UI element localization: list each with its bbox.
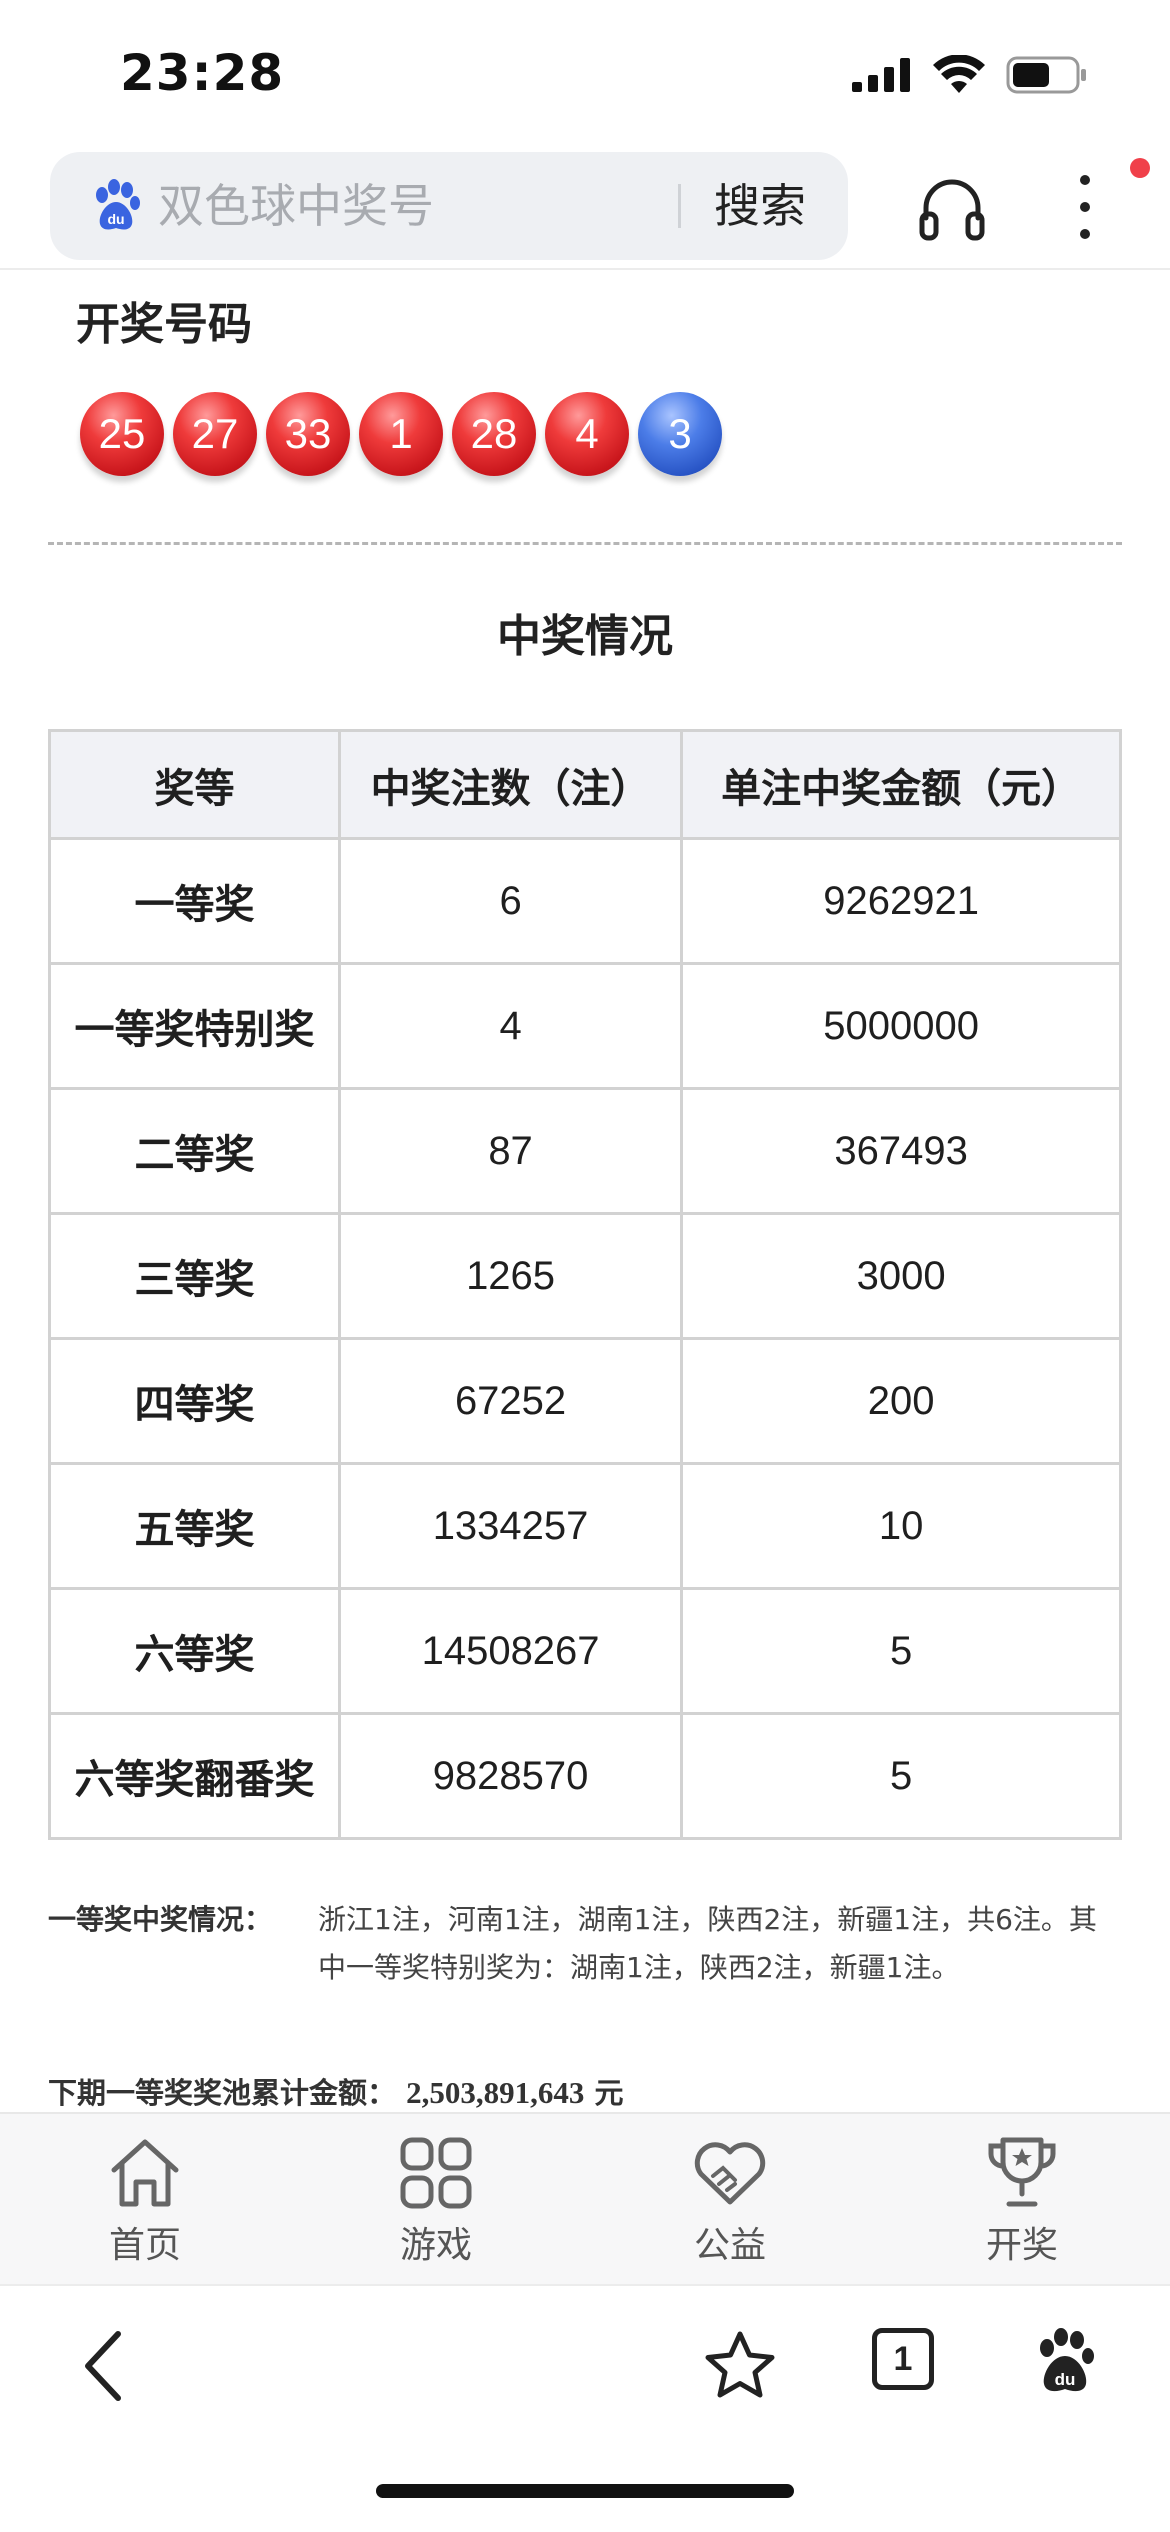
prize-level: 六等奖 (48, 1587, 341, 1715)
prize-amount: 5 (680, 1587, 1122, 1715)
home-icon (111, 2139, 179, 2207)
winner-count: 87 (337, 1087, 684, 1215)
notification-dot (1130, 158, 1150, 178)
prize-level: 三等奖 (48, 1212, 341, 1340)
table-row: 三等奖 1265 3000 (48, 1212, 1122, 1340)
search-box[interactable]: du 双色球中奖号 搜索 (50, 152, 848, 260)
winner-count: 9828570 (337, 1712, 684, 1840)
prize-section-title: 中奖情况 (497, 611, 673, 662)
red-ball: 33 (266, 392, 350, 476)
jackpot-pool-unit: 元 (594, 2076, 624, 2110)
winner-count: 67252 (337, 1337, 684, 1465)
winner-count: 1334257 (337, 1462, 684, 1590)
table-row: 五等奖 1334257 10 (48, 1462, 1122, 1590)
blue-ball: 3 (638, 392, 722, 476)
header-level: 奖等 (48, 729, 341, 840)
nav-item-lottery[interactable]: 开奖 (942, 2132, 1102, 2268)
more-vertical-icon[interactable] (1070, 170, 1100, 244)
table-row: 二等奖 87 367493 (48, 1087, 1122, 1215)
svg-text:du: du (1055, 2370, 1076, 2389)
header-divider (0, 268, 1170, 270)
red-ball: 1 (359, 392, 443, 476)
nav-item-games[interactable]: 游戏 (356, 2132, 516, 2268)
draw-title: 开奖号码 (76, 299, 252, 350)
prize-level: 六等奖翻番奖 (48, 1712, 341, 1840)
prize-amount: 3000 (680, 1212, 1122, 1340)
headphone-icon[interactable] (916, 172, 988, 244)
status-time: 23:28 (120, 44, 285, 102)
header-count: 中奖注数（注） (337, 729, 684, 840)
winner-count: 1265 (337, 1212, 684, 1340)
red-ball: 4 (545, 392, 629, 476)
table-row: 六等奖 14508267 5 (48, 1587, 1122, 1715)
status-bar: 23:28 (0, 0, 1170, 150)
header-amount: 单注中奖金额（元） (680, 729, 1122, 840)
jackpot-pool: 下期一等奖奖池累计金额： 2,503,891,643 元 (48, 2070, 624, 2112)
jackpot-pool-value: 2,503,891,643 (406, 2075, 585, 2110)
search-button[interactable]: 搜索 (714, 176, 806, 236)
nav-item-charity[interactable]: 公益 (650, 2132, 810, 2268)
battery-icon (1006, 56, 1086, 94)
red-ball: 28 (452, 392, 536, 476)
section-divider (48, 542, 1122, 545)
trophy-icon (988, 2137, 1056, 2207)
cellular-signal-icon (852, 58, 910, 92)
prize-level: 一等奖特别奖 (48, 962, 341, 1090)
winner-count: 14508267 (337, 1587, 684, 1715)
baidu-paw-icon: du (96, 179, 140, 230)
red-ball: 25 (80, 392, 164, 476)
prize-level: 二等奖 (48, 1087, 341, 1215)
bottom-nav: 首页 游戏 公益 开奖 (0, 2112, 1170, 2284)
winning-balls: 25 27 33 1 28 4 3 (80, 392, 722, 482)
nav-label: 首页 (108, 2225, 181, 2266)
winner-count: 6 (337, 837, 684, 965)
prize-table: 奖等 中奖注数（注） 单注中奖金额（元） 一等奖 6 9262921 一等奖特别… (48, 729, 1122, 1840)
svg-text:du: du (107, 211, 124, 227)
baidu-du-icon[interactable]: du (1030, 2326, 1100, 2396)
jackpot-pool-label: 下期一等奖奖池累计金额： (48, 2076, 397, 2110)
nav-label: 游戏 (399, 2225, 472, 2266)
table-header-row: 奖等 中奖注数（注） 单注中奖金额（元） (48, 729, 1122, 840)
table-row: 一等奖 6 9262921 (48, 837, 1122, 965)
table-row: 六等奖翻番奖 9828570 5 (48, 1712, 1122, 1840)
wifi-icon (933, 55, 985, 93)
prize-level: 四等奖 (48, 1337, 341, 1465)
tabs-icon[interactable]: 1 (872, 2328, 934, 2390)
table-row: 一等奖特别奖 4 5000000 (48, 962, 1122, 1090)
prize-amount: 5 (680, 1712, 1122, 1840)
prize-amount: 10 (680, 1462, 1122, 1590)
winner-count: 4 (337, 962, 684, 1090)
prize-amount: 5000000 (680, 962, 1122, 1090)
prize-amount: 200 (680, 1337, 1122, 1465)
first-prize-label: 一等奖中奖情况： (48, 1903, 273, 1936)
heart-hands-icon (694, 2142, 766, 2205)
nav-label: 公益 (693, 2225, 766, 2266)
prize-amount: 367493 (680, 1087, 1122, 1215)
search-input[interactable]: 双色球中奖号 (158, 176, 434, 236)
star-icon[interactable] (702, 2328, 778, 2404)
home-indicator (376, 2484, 794, 2498)
prize-level: 一等奖 (48, 837, 341, 965)
grid-icon (400, 2137, 472, 2209)
nav-item-home[interactable]: 首页 (65, 2132, 225, 2268)
prize-amount: 9262921 (680, 837, 1122, 965)
table-row: 四等奖 67252 200 (48, 1337, 1122, 1465)
search-divider (678, 184, 681, 228)
prize-level: 五等奖 (48, 1462, 341, 1590)
back-icon[interactable] (78, 2326, 128, 2406)
first-prize-detail: 浙江1注，河南1注，湖南1注，陕西2注，新疆1注，共6注。其中一等奖特别奖为：湖… (318, 1903, 1097, 1984)
nav-label: 开奖 (985, 2225, 1058, 2266)
red-ball: 27 (173, 392, 257, 476)
